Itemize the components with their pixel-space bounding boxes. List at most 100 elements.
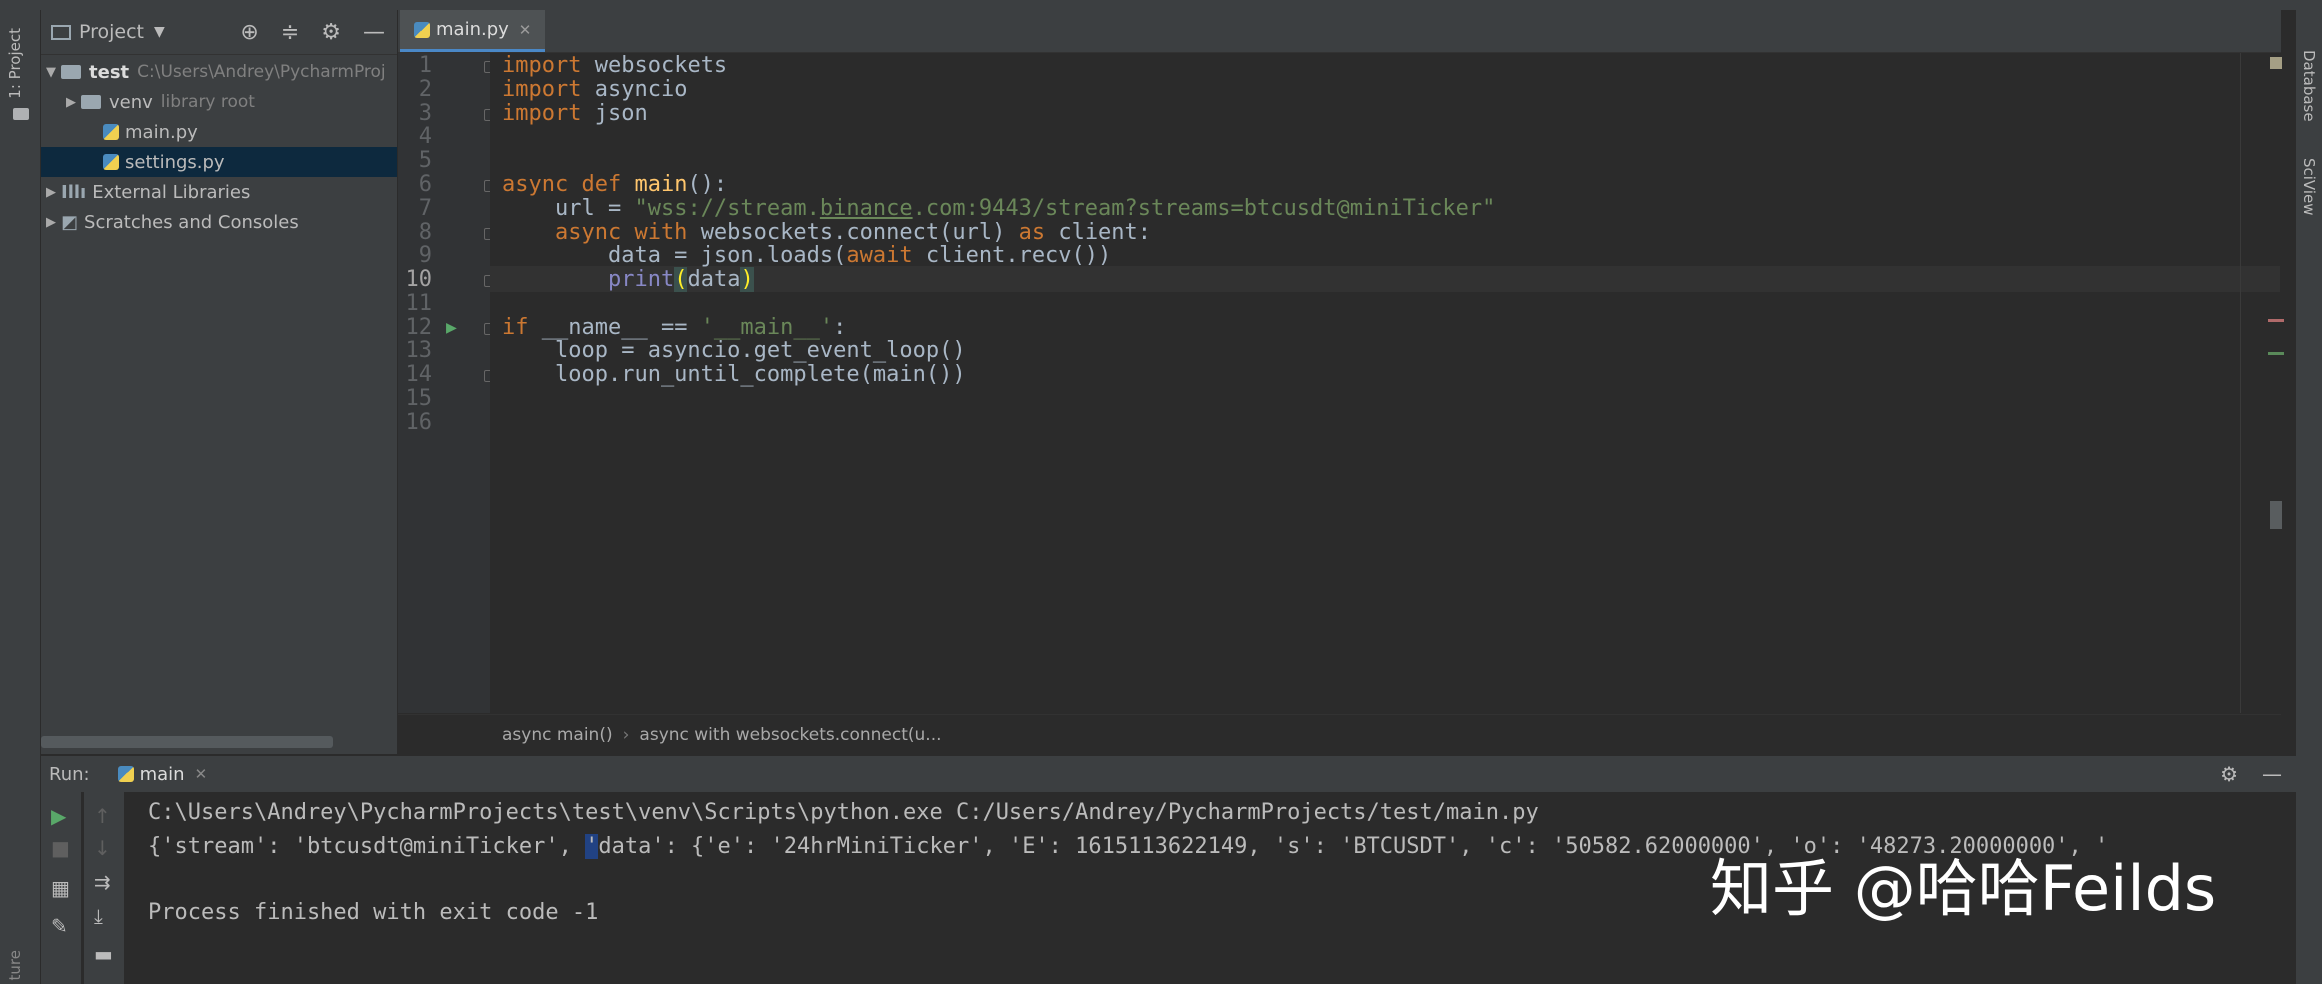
error-stripe-mark[interactable] (2268, 352, 2284, 355)
code-line-9: data = json.loads(await client.recv()) (502, 243, 1111, 268)
breadcrumb: async main() › async with websockets.con… (398, 714, 2281, 754)
tree-item-venv[interactable]: ▶ venv library root (41, 87, 397, 117)
left-tool-strip: 1: Project ture (0, 10, 41, 984)
breadcrumb-item[interactable]: async main() (502, 725, 613, 745)
tree-item-hint: library root (161, 92, 255, 112)
line-number: 2 (398, 77, 432, 102)
tree-item-main-py[interactable]: main.py (41, 117, 397, 147)
editor-gutter: 1 2 3 4 5 6 7 8 9 10 11 12 13 14 15 16 ▶ (398, 53, 490, 713)
line-number-current: 10 (398, 267, 432, 292)
locate-icon[interactable]: ⊕ (240, 20, 258, 45)
right-margin-guide (2240, 53, 2241, 713)
folder-icon (61, 65, 81, 79)
line-number: 16 (398, 410, 432, 435)
editor-scrollbar-thumb[interactable] (2270, 501, 2282, 529)
tab-label: main.py (436, 19, 509, 40)
chevron-down-icon[interactable]: ▼ (154, 24, 165, 40)
tab-main-py[interactable]: main.py ✕ (400, 10, 545, 52)
up-arrow-icon[interactable]: ↑ (94, 804, 111, 828)
horizontal-scrollbar[interactable] (41, 736, 333, 748)
tree-item-label: External Libraries (92, 182, 250, 203)
project-panel: Project ▼ ⊕ ≑ ⚙ — ▼ test C:\Users\Andrey… (41, 10, 397, 754)
run-toolbar-secondary: ↑ ↓ ⇉ ⤓ ▬ (84, 792, 124, 984)
tree-item-path: C:\Users\Andrey\PycharmProj (137, 62, 386, 82)
error-stripe-mark[interactable] (2268, 319, 2284, 322)
run-toolbar: ▶ ■ ▦ ✎ (41, 792, 81, 984)
tree-item-label: test (89, 62, 129, 83)
line-number: 12 (398, 315, 432, 340)
line-number: 6 (398, 172, 432, 197)
hide-icon[interactable]: — (2262, 762, 2282, 786)
project-tool-button[interactable]: 1: Project (6, 28, 24, 99)
gear-icon[interactable]: ⚙ (321, 20, 341, 45)
expand-arrow-icon[interactable]: ▶ (41, 215, 61, 230)
line-number: 7 (398, 196, 432, 221)
print-icon[interactable]: ▬ (94, 942, 113, 966)
run-tab-main[interactable]: main ✕ (118, 764, 208, 785)
down-arrow-icon[interactable]: ↓ (94, 836, 111, 860)
soft-wrap-icon[interactable]: ⇉ (94, 870, 111, 894)
console-line-exit: Process finished with exit code -1 (148, 900, 598, 925)
breadcrumb-separator-icon: › (623, 725, 630, 745)
code-line-6: async def main(): (502, 172, 727, 197)
current-line-highlight (490, 266, 2280, 292)
run-tab-label: main (140, 764, 185, 785)
breadcrumb-item[interactable]: async with websockets.connect(u... (639, 725, 941, 745)
structure-tool-button[interactable]: ture (6, 950, 24, 980)
code-line-1: import websockets (502, 53, 727, 78)
tree-item-settings-py[interactable]: settings.py (41, 147, 397, 177)
code-editor[interactable]: import websockets import asyncio import … (490, 53, 2280, 713)
project-view-selector[interactable]: Project (79, 21, 144, 43)
gear-icon[interactable]: ⚙ (2220, 762, 2238, 786)
line-number: 8 (398, 220, 432, 245)
project-view-icon (51, 25, 71, 40)
tree-item-label: Scratches and Consoles (84, 212, 299, 233)
run-label: Run: (49, 764, 90, 785)
scroll-to-end-icon[interactable]: ⤓ (94, 904, 103, 928)
stop-icon[interactable]: ■ (51, 836, 70, 860)
code-line-10: print(data) (502, 267, 754, 292)
expand-arrow-icon[interactable]: ▶ (61, 95, 81, 110)
library-icon: Illı (61, 182, 86, 203)
code-line-14: loop.run_until_complete(main()) (502, 362, 966, 387)
watermark: 知乎 @哈哈Feilds (1710, 838, 2216, 928)
tree-item-scratches[interactable]: ▶ ◩ Scratches and Consoles (41, 207, 397, 237)
expand-arrow-icon[interactable]: ▼ (41, 65, 61, 80)
code-line-13: loop = asyncio.get_event_loop() (502, 338, 966, 363)
text-caret: ' (585, 834, 598, 859)
python-file-icon (118, 766, 134, 782)
inspection-status-icon[interactable] (2270, 57, 2282, 69)
pin-icon[interactable]: ✎ (51, 914, 68, 938)
tree-item-label: venv (109, 92, 153, 113)
line-number: 5 (398, 148, 432, 173)
code-line-7: url = "wss://stream.binance.com:9443/str… (502, 196, 1495, 221)
folder-icon (81, 95, 101, 109)
project-header: Project ▼ ⊕ ≑ ⚙ — (41, 10, 397, 55)
line-number: 1 (398, 53, 432, 78)
tree-item-test[interactable]: ▼ test C:\Users\Andrey\PycharmProj (41, 57, 397, 87)
tree-item-label: settings.py (125, 152, 225, 173)
line-number: 3 (398, 101, 432, 126)
python-file-icon (414, 22, 430, 38)
close-icon[interactable]: ✕ (195, 765, 208, 783)
line-number: 4 (398, 124, 432, 149)
expand-arrow-icon[interactable]: ▶ (41, 185, 61, 200)
python-file-icon (103, 154, 119, 170)
database-tool-button[interactable]: Database (2300, 50, 2318, 122)
line-number: 13 (398, 338, 432, 363)
error-stripe[interactable] (2244, 53, 2280, 713)
editor-tab-bar: main.py ✕ (398, 10, 2281, 53)
code-line-8: async with websockets.connect(url) as cl… (502, 220, 1151, 245)
line-number: 11 (398, 291, 432, 316)
rerun-icon[interactable]: ▶ (51, 804, 66, 828)
collapse-all-icon[interactable]: ≑ (281, 20, 299, 45)
right-tool-strip: Database SciView (2295, 10, 2322, 984)
sciview-tool-button[interactable]: SciView (2300, 158, 2318, 216)
layout-icon[interactable]: ▦ (51, 876, 70, 900)
close-icon[interactable]: ✕ (519, 21, 532, 39)
line-number: 14 (398, 362, 432, 387)
run-panel-header: Run: main ✕ ⚙ — (41, 755, 2296, 792)
tree-item-external-libraries[interactable]: ▶ Illı External Libraries (41, 177, 397, 207)
hide-icon[interactable]: — (363, 20, 385, 45)
run-gutter-icon[interactable]: ▶ (446, 317, 457, 338)
